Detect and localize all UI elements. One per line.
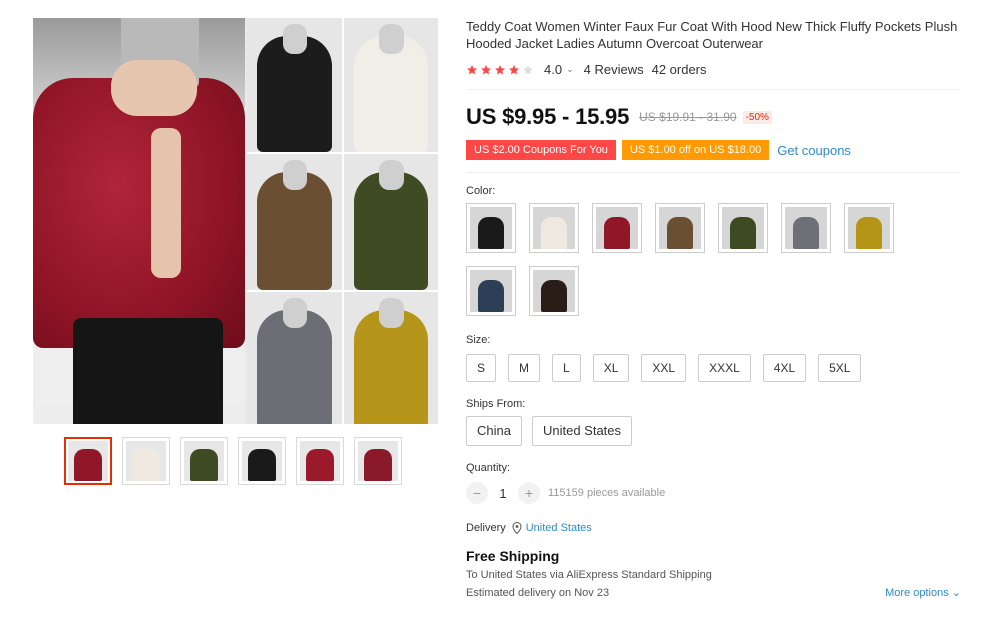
size-option[interactable]: XXXL bbox=[698, 354, 751, 382]
collage-tile bbox=[343, 154, 438, 290]
coupon-row: US $2.00 Coupons For You US $1.00 off on… bbox=[466, 140, 966, 160]
color-swatch[interactable] bbox=[466, 203, 516, 253]
collage-tile bbox=[343, 18, 438, 152]
size-option[interactable]: M bbox=[508, 354, 541, 382]
get-coupons-link[interactable]: Get coupons bbox=[777, 143, 851, 158]
color-label: Color: bbox=[466, 185, 496, 197]
size-options: S M L XL XXL XXXL 4XL 5XL bbox=[466, 354, 966, 382]
quantity-label: Quantity: bbox=[466, 462, 511, 474]
color-swatches bbox=[466, 203, 906, 316]
size-option[interactable]: 5XL bbox=[818, 354, 862, 382]
discount-badge: -50% bbox=[742, 110, 772, 124]
price-row: US $9.95 - 15.95 US $19.91 - 31.90 -50% bbox=[466, 104, 966, 130]
color-collage bbox=[247, 18, 438, 424]
chevron-down-icon: ⌄ bbox=[951, 587, 961, 599]
product-title: Teddy Coat Women Winter Faux Fur Coat Wi… bbox=[466, 19, 958, 51]
thumbnail[interactable] bbox=[64, 437, 112, 485]
quantity-stepper: − 1 + 115159 pieces available bbox=[466, 482, 966, 504]
estimated-delivery: Estimated delivery on Nov 23 bbox=[466, 587, 610, 599]
star-icon bbox=[509, 64, 519, 74]
ships-from-option[interactable]: China bbox=[466, 416, 522, 446]
size-option[interactable]: 4XL bbox=[762, 354, 807, 382]
star-icon bbox=[495, 64, 505, 74]
store-coupon-badge[interactable]: US $2.00 Coupons For You bbox=[466, 140, 616, 160]
discount-coupon-badge[interactable]: US $1.00 off on US $18.00 bbox=[621, 140, 770, 160]
collage-tile bbox=[343, 292, 438, 424]
shipping-method: To United States via AliExpress Standard… bbox=[466, 569, 712, 581]
star-icon bbox=[467, 64, 477, 74]
color-swatch[interactable] bbox=[466, 266, 516, 316]
size-label: Size: bbox=[466, 334, 491, 346]
collage-tile bbox=[247, 18, 342, 152]
thumbnail[interactable] bbox=[296, 437, 344, 485]
main-model-photo bbox=[33, 18, 245, 424]
more-options-link[interactable]: More options ⌄ bbox=[885, 584, 961, 602]
color-swatch[interactable] bbox=[781, 203, 831, 253]
color-swatch[interactable] bbox=[529, 266, 579, 316]
delivery-location-link[interactable]: United States bbox=[526, 522, 592, 534]
star-icon bbox=[481, 64, 491, 74]
size-option[interactable]: XL bbox=[592, 354, 630, 382]
available-stock: 115159 pieces available bbox=[548, 487, 666, 499]
color-swatch[interactable] bbox=[844, 203, 894, 253]
quantity-value[interactable]: 1 bbox=[488, 486, 518, 501]
delivery-label: Delivery bbox=[466, 522, 506, 534]
size-option[interactable]: S bbox=[466, 354, 497, 382]
size-option[interactable]: L bbox=[552, 354, 581, 382]
thumbnail[interactable] bbox=[180, 437, 228, 485]
location-pin-icon bbox=[512, 522, 522, 534]
delivery-row: Delivery United States bbox=[466, 522, 966, 534]
thumbnail[interactable] bbox=[238, 437, 286, 485]
collage-tile bbox=[247, 154, 342, 290]
thumbnail[interactable] bbox=[122, 437, 170, 485]
increase-quantity-button[interactable]: + bbox=[518, 482, 540, 504]
ships-from-options: China United States bbox=[466, 416, 966, 446]
rating-score: 4.0 bbox=[544, 62, 563, 77]
orders-count: 42 orders bbox=[651, 62, 707, 77]
rating-stars[interactable] bbox=[466, 64, 534, 76]
estimated-delivery-row: Estimated delivery on Nov 23 More option… bbox=[466, 584, 966, 602]
main-product-image[interactable] bbox=[33, 18, 438, 424]
rating-row: 4.0 ⌄ 4 Reviews 42 orders bbox=[466, 62, 966, 77]
divider bbox=[466, 89, 961, 90]
ships-from-label: Ships From: bbox=[466, 398, 526, 410]
original-price: US $19.91 - 31.90 bbox=[639, 110, 737, 124]
current-price: US $9.95 - 15.95 bbox=[466, 104, 630, 129]
collage-tile bbox=[247, 292, 342, 424]
star-icon bbox=[523, 64, 533, 74]
image-thumbnails bbox=[64, 437, 402, 485]
product-info-panel: Teddy Coat Women Winter Faux Fur Coat Wi… bbox=[466, 18, 966, 602]
thumbnail[interactable] bbox=[354, 437, 402, 485]
color-swatch[interactable] bbox=[718, 203, 768, 253]
divider bbox=[466, 172, 961, 173]
size-option[interactable]: XXL bbox=[641, 354, 687, 382]
color-swatch[interactable] bbox=[529, 203, 579, 253]
color-swatch[interactable] bbox=[592, 203, 642, 253]
free-shipping-title: Free Shipping bbox=[466, 548, 560, 564]
decrease-quantity-button[interactable]: − bbox=[466, 482, 488, 504]
reviews-link[interactable]: 4 Reviews bbox=[584, 62, 644, 77]
color-swatch[interactable] bbox=[655, 203, 705, 253]
chevron-down-icon[interactable]: ⌄ bbox=[566, 64, 574, 75]
ships-from-option[interactable]: United States bbox=[531, 416, 633, 446]
